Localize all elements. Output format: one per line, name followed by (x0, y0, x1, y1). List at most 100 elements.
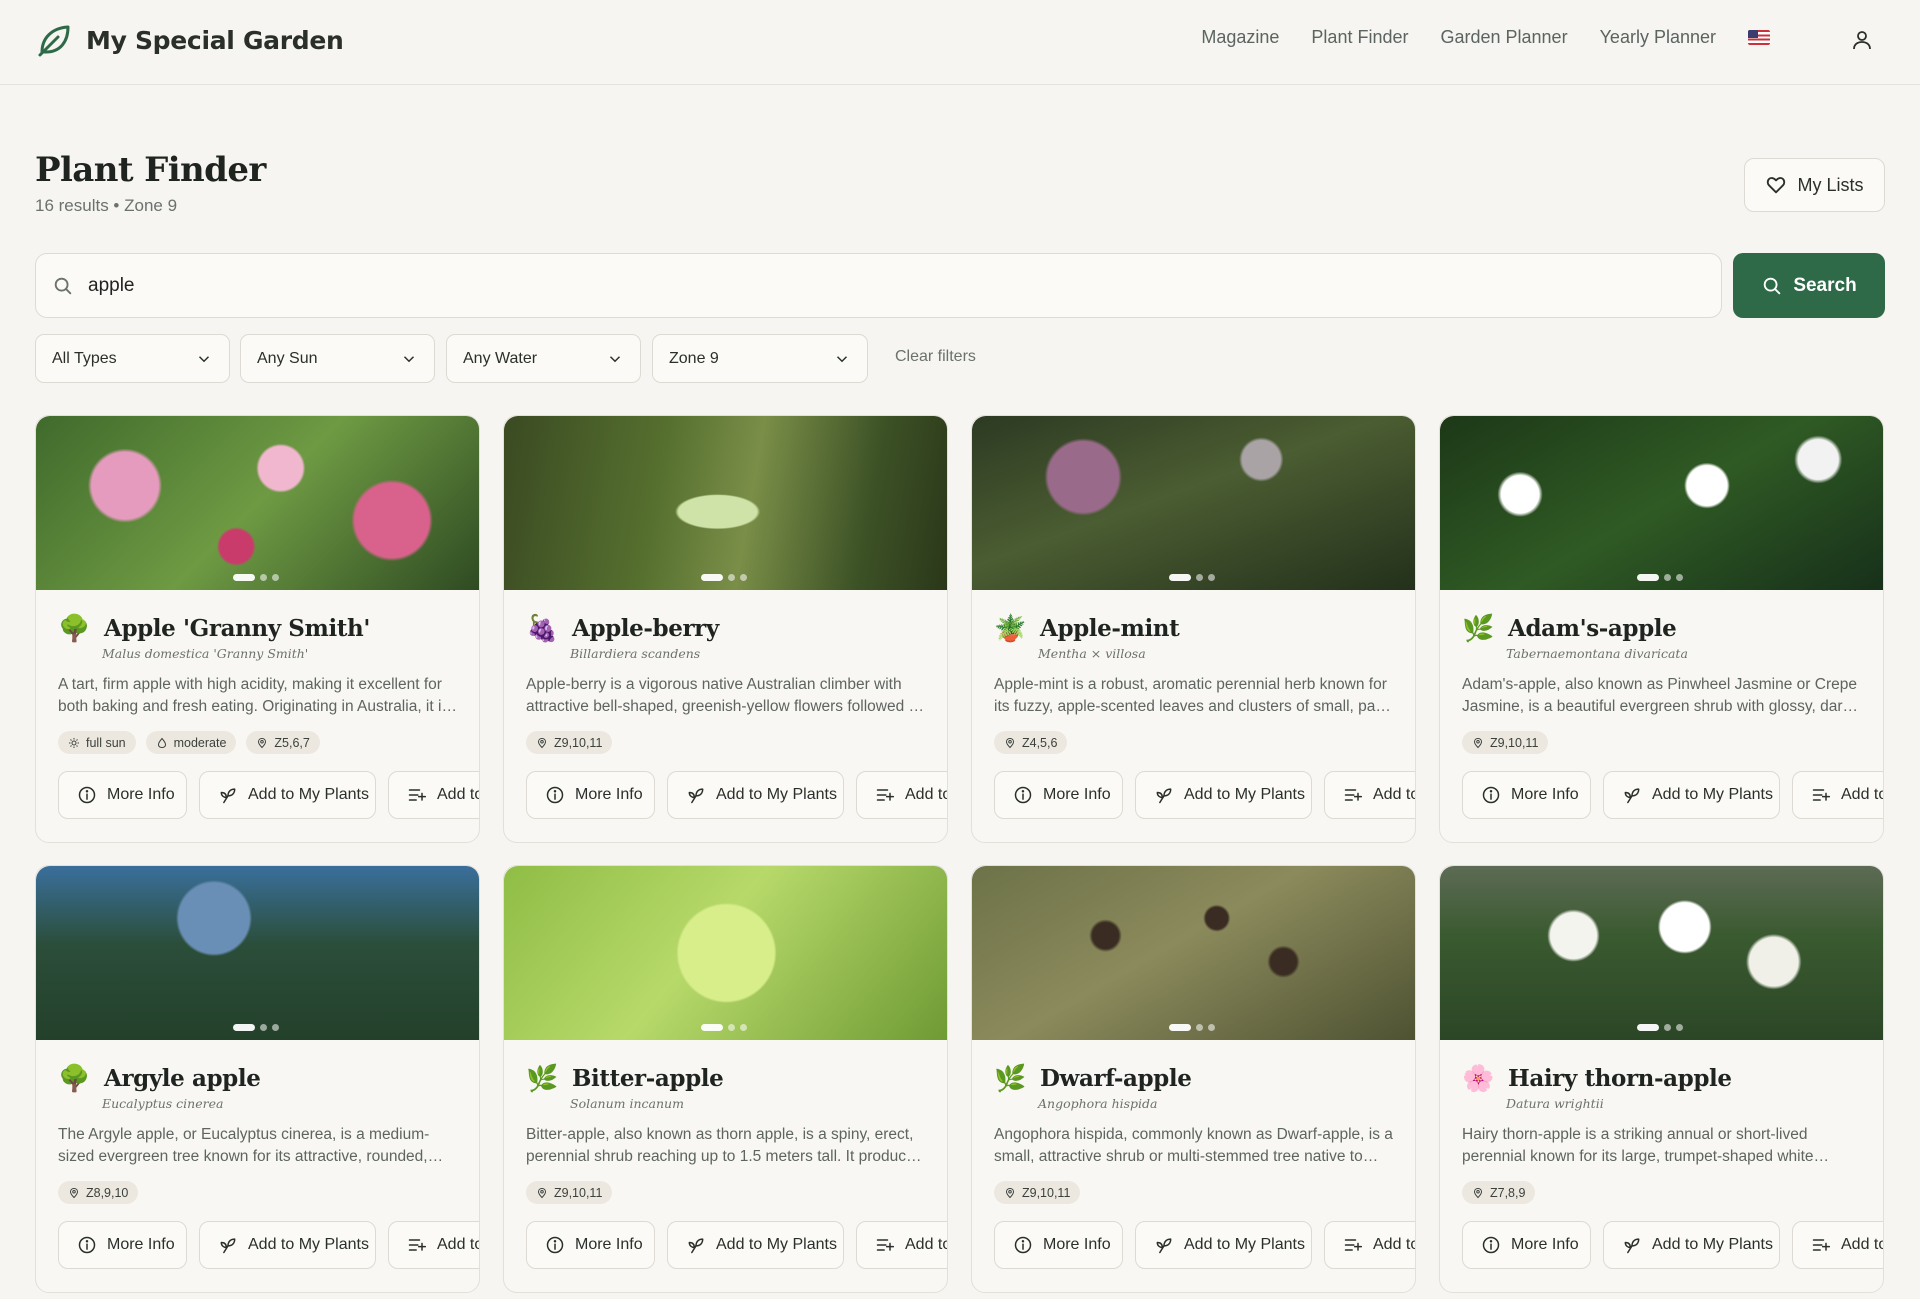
carousel-dot-active[interactable] (233, 574, 255, 581)
plant-photo-carousel[interactable] (972, 866, 1415, 1040)
carousel-dot[interactable] (260, 574, 267, 581)
carousel-dot[interactable] (1676, 574, 1683, 581)
zone-filter-select[interactable]: Zone 9 (652, 334, 868, 383)
plant-photo-carousel[interactable] (36, 866, 479, 1040)
plant-photo-carousel[interactable] (1440, 416, 1883, 590)
search-button[interactable]: Search (1733, 253, 1885, 318)
attribute-tag: Z5,6,7 (246, 731, 320, 754)
more-info-label: More Info (1511, 786, 1579, 803)
carousel-dot-active[interactable] (233, 1024, 255, 1031)
add-to-my-plants-label: Add to My Plants (1652, 1236, 1773, 1253)
attribute-tag: Z8,9,10 (58, 1181, 139, 1204)
more-info-button[interactable]: More Info (526, 1221, 655, 1269)
carousel-dot[interactable] (1196, 574, 1203, 581)
tag-text: Z9,10,11 (1022, 1185, 1071, 1200)
add-to-list-button[interactable]: Add to (388, 771, 479, 819)
carousel-dot[interactable] (1676, 1024, 1683, 1031)
more-info-button[interactable]: More Info (994, 1221, 1123, 1269)
add-to-my-plants-button[interactable]: Add to My Plants (1135, 1221, 1312, 1269)
add-to-list-button[interactable]: Add to (1324, 1221, 1415, 1269)
add-to-list-button[interactable]: Add to (388, 1221, 479, 1269)
more-info-button[interactable]: More Info (1462, 771, 1591, 819)
plant-title-row: 🌳 Argyle apple (58, 1062, 261, 1094)
nav-link-plant-finder[interactable]: Plant Finder (1311, 27, 1408, 48)
add-to-my-plants-button[interactable]: Add to My Plants (199, 1221, 376, 1269)
plant-type-icon: 🍇 (526, 613, 559, 643)
carousel-dot[interactable] (272, 1024, 279, 1031)
more-info-button[interactable]: More Info (58, 771, 187, 819)
carousel-dot[interactable] (272, 574, 279, 581)
carousel-dot[interactable] (740, 1024, 747, 1031)
nav-link-garden-planner[interactable]: Garden Planner (1440, 27, 1567, 48)
carousel-dot[interactable] (1664, 1024, 1671, 1031)
carousel-dot[interactable] (1208, 1024, 1215, 1031)
add-to-my-plants-label: Add to My Plants (716, 1236, 837, 1253)
attribute-tag: moderate (145, 731, 237, 754)
location-pin-icon (1004, 737, 1016, 749)
plant-photo-carousel[interactable] (504, 866, 947, 1040)
carousel-dots (233, 574, 279, 581)
nav-link-yearly-planner[interactable]: Yearly Planner (1600, 27, 1716, 48)
carousel-dot[interactable] (728, 1024, 735, 1031)
carousel-dot[interactable] (728, 574, 735, 581)
add-to-list-button[interactable]: Add to (856, 771, 947, 819)
carousel-dot-active[interactable] (701, 574, 723, 581)
clear-filters-link[interactable]: Clear filters (895, 348, 976, 366)
plant-photo-carousel[interactable] (1440, 866, 1883, 1040)
carousel-dot[interactable] (1208, 574, 1215, 581)
water-filter-select[interactable]: Any Water (446, 334, 641, 383)
plant-photo-carousel[interactable] (36, 416, 479, 590)
plant-title-row: 🌿 Dwarf-apple (994, 1062, 1192, 1094)
more-info-button[interactable]: More Info (58, 1221, 187, 1269)
nav-link-magazine[interactable]: Magazine (1201, 27, 1279, 48)
add-to-my-plants-label: Add to My Plants (248, 1236, 369, 1253)
more-info-button[interactable]: More Info (1462, 1221, 1591, 1269)
add-to-my-plants-button[interactable]: Add to My Plants (199, 771, 376, 819)
tag-text: Z9,10,11 (1490, 735, 1539, 750)
carousel-dot-active[interactable] (1169, 574, 1191, 581)
scientific-name: Billardiera scandens (570, 646, 701, 661)
carousel-dot[interactable] (1664, 574, 1671, 581)
type-filter-select[interactable]: All Types (35, 334, 230, 383)
plant-photo-carousel[interactable] (972, 416, 1415, 590)
add-to-my-plants-button[interactable]: Add to My Plants (1603, 771, 1780, 819)
plant-description: Apple-berry is a vigorous native Austral… (526, 676, 925, 715)
add-to-my-plants-button[interactable]: Add to My Plants (667, 771, 844, 819)
carousel-dot-active[interactable] (1637, 1024, 1659, 1031)
location-pin-icon (536, 737, 548, 749)
sun-filter-select[interactable]: Any Sun (240, 334, 435, 383)
carousel-dot-active[interactable] (1169, 1024, 1191, 1031)
carousel-dot[interactable] (1196, 1024, 1203, 1031)
plant-name: Hairy thorn-apple (1508, 1064, 1732, 1092)
add-to-my-plants-button[interactable]: Add to My Plants (1135, 771, 1312, 819)
carousel-dot-active[interactable] (701, 1024, 723, 1031)
plant-title-row: 🌸 Hairy thorn-apple (1462, 1062, 1732, 1094)
us-flag-language-icon[interactable] (1748, 30, 1770, 45)
more-info-label: More Info (107, 786, 175, 803)
carousel-dot-active[interactable] (1637, 574, 1659, 581)
plant-type-icon: 🪴 (994, 613, 1027, 643)
carousel-dots (701, 574, 747, 581)
more-info-button[interactable]: More Info (526, 771, 655, 819)
add-to-list-button[interactable]: Add to (1324, 771, 1415, 819)
plant-card: 🌿 Adam's-apple Tabernaemontana divaricat… (1439, 415, 1884, 843)
search-input[interactable] (88, 274, 1588, 297)
add-to-list-button[interactable]: Add to (1792, 771, 1883, 819)
carousel-dot[interactable] (740, 574, 747, 581)
add-to-my-plants-button[interactable]: Add to My Plants (667, 1221, 844, 1269)
carousel-dot[interactable] (260, 1024, 267, 1031)
carousel-dots (1637, 574, 1683, 581)
info-icon (545, 1235, 565, 1255)
plant-title-row: 🪴 Apple-mint (994, 612, 1180, 644)
more-info-button[interactable]: More Info (994, 771, 1123, 819)
add-to-my-plants-button[interactable]: Add to My Plants (1603, 1221, 1780, 1269)
plant-photo-carousel[interactable] (504, 416, 947, 590)
add-to-list-button[interactable]: Add to (1792, 1221, 1883, 1269)
brand-logo-link[interactable]: My Special Garden (34, 20, 344, 60)
water-filter-value: Any Water (463, 349, 538, 367)
sun-filter-value: Any Sun (257, 349, 318, 367)
plant-card: 🪴 Apple-mint Mentha × villosa Apple-mint… (971, 415, 1416, 843)
user-account-icon[interactable] (1850, 28, 1874, 52)
add-to-list-button[interactable]: Add to (856, 1221, 947, 1269)
my-lists-button[interactable]: My Lists (1744, 158, 1885, 212)
